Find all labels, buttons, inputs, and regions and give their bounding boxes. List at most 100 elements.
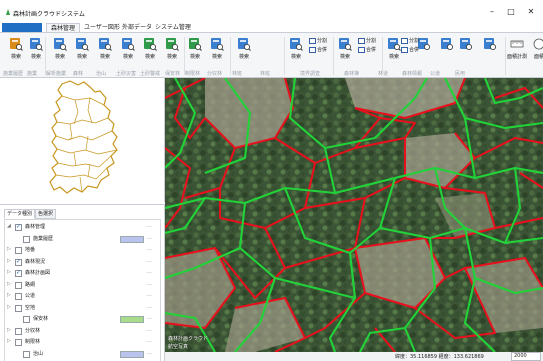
layer-row[interactable]: ▷ 公道… — [5, 291, 160, 302]
expand-toggle-icon[interactable]: ▷ — [7, 338, 11, 344]
expand-toggle-icon[interactable]: ▷ — [7, 327, 11, 333]
area-icon — [533, 38, 543, 50]
ribbon-group-label: 境界調査 — [300, 71, 321, 77]
ribbon-group-label: 治山 — [96, 71, 107, 77]
layer-checkbox[interactable] — [15, 247, 22, 254]
ribbon-group-label: 公道 — [430, 71, 441, 77]
layer-checkbox[interactable] — [15, 281, 22, 289]
expand-toggle-icon[interactable]: ▷ — [7, 292, 11, 298]
layer-color-swatch[interactable] — [120, 350, 144, 358]
layer-checkbox[interactable] — [23, 316, 30, 323]
layer-row[interactable]: 治山 … — [5, 349, 160, 360]
layer-options-icon[interactable]: … — [146, 314, 152, 321]
layer-row[interactable]: ▷ 分収林… — [5, 326, 160, 337]
layer-options-icon[interactable]: … — [146, 222, 152, 229]
layer-options-icon[interactable]: … — [146, 303, 152, 310]
layer-options-icon[interactable]: … — [146, 257, 152, 264]
layer-name: 森林管理 — [25, 224, 46, 230]
minimize-button[interactable]: – — [485, 6, 499, 18]
layer-options-icon[interactable]: … — [146, 291, 152, 298]
layer-row[interactable]: ▷森林計画図… — [5, 268, 160, 279]
layer-row[interactable]: 施業履歴 … — [5, 234, 160, 245]
layer-name: 治山 — [33, 350, 44, 357]
tab-color-select[interactable]: 色選択 — [35, 209, 57, 219]
search-icon — [166, 38, 179, 51]
layer-checkbox[interactable] — [15, 269, 22, 277]
close-button[interactable]: ✕ — [524, 6, 538, 18]
ribbon-group-separator — [45, 37, 46, 75]
area-button[interactable]: 面積 — [530, 37, 543, 63]
tool-button-4[interactable] — [481, 37, 499, 63]
maximize-button[interactable]: □ — [504, 6, 518, 18]
expand-toggle-icon[interactable]: ▷ — [7, 246, 11, 252]
layer-color-swatch[interactable] — [120, 316, 144, 323]
merge-button-1[interactable]: 合併 — [309, 46, 327, 53]
tab-data-type[interactable]: データ種別 — [4, 209, 36, 219]
search-button-5[interactable]: 検索 — [96, 37, 114, 63]
search-button-4[interactable]: 検索 — [73, 37, 91, 63]
search-button-3[interactable]: 検索 — [51, 37, 69, 63]
split-button-1[interactable]: 分割 — [309, 37, 327, 44]
area-measure-button[interactable]: 面積計測 — [507, 37, 527, 63]
tool-button-3[interactable] — [457, 37, 475, 63]
tab-forest-management[interactable]: 森林管理 — [46, 23, 81, 32]
layer-options-icon[interactable]: … — [146, 245, 152, 252]
ruler-icon — [510, 40, 524, 48]
split-button-2[interactable]: 分割 — [358, 37, 376, 44]
merge-button-3[interactable]: 合併 — [401, 46, 419, 53]
search-button-8[interactable]: 検索 — [163, 37, 181, 63]
file-menu-button[interactable] — [2, 23, 42, 32]
expand-toggle-icon[interactable]: ▷ — [7, 281, 11, 287]
layer-name: 路網 — [25, 281, 36, 288]
layer-checkbox[interactable] — [15, 339, 22, 346]
ribbon-group-label: 林道 — [378, 71, 389, 77]
layer-row[interactable]: ▷ 空地… — [5, 303, 160, 314]
search-button-9[interactable]: 検索 — [186, 37, 204, 63]
layer-row[interactable]: ▷ 地番 … — [5, 245, 160, 256]
overview-map[interactable] — [0, 78, 165, 202]
search-button-2[interactable]: 検索 — [27, 37, 45, 63]
expand-toggle-icon[interactable]: ▷ — [7, 304, 11, 310]
layer-options-icon[interactable]: … — [146, 349, 152, 356]
layer-name: 施業履歴 — [33, 235, 54, 242]
layer-name: 地番 — [25, 247, 36, 253]
layer-row[interactable]: ▷ 路網 … — [5, 280, 160, 291]
layer-checkbox[interactable] — [15, 223, 22, 231]
expand-toggle-icon[interactable]: ◢ — [7, 223, 11, 229]
layer-checkbox[interactable] — [15, 258, 22, 266]
layer-options-icon[interactable]: … — [146, 337, 152, 344]
layer-row[interactable]: 保安林… — [5, 314, 160, 325]
layer-options-icon[interactable]: … — [146, 280, 152, 287]
tool-button-2[interactable] — [438, 37, 456, 63]
tab-system-management[interactable]: システム管理 — [151, 23, 195, 32]
search-button-10[interactable]: 検索 — [208, 37, 226, 63]
search-button-6[interactable]: 検索 — [119, 37, 137, 63]
layer-row[interactable]: ▷ 森林現況 … — [5, 257, 160, 268]
aerial-map — [165, 78, 543, 352]
layer-name: 森林現況 — [25, 258, 46, 265]
merge-button-2[interactable]: 合併 — [358, 46, 376, 53]
app-logo-icon — [6, 9, 10, 15]
layer-checkbox[interactable] — [15, 304, 22, 312]
search-button-11[interactable]: 検索 — [235, 37, 253, 63]
search-icon — [54, 38, 67, 51]
layer-row[interactable]: ▷ 制限林… — [5, 337, 160, 348]
coordinate-readout: 緯度：35.116859 経度：133.621869 — [395, 354, 484, 360]
layer-checkbox[interactable] — [23, 350, 30, 358]
scale-select[interactable]: 2000 — [511, 352, 541, 361]
layer-checkbox[interactable] — [23, 235, 30, 243]
layer-options-icon[interactable]: … — [146, 268, 152, 275]
layer-options-icon[interactable]: … — [146, 234, 152, 241]
search-button-13[interactable]: 検索 — [336, 37, 354, 63]
split-button-3[interactable]: 分割 — [401, 37, 419, 44]
expand-toggle-icon[interactable]: ▷ — [7, 269, 11, 275]
map-view[interactable]: 森林計画クラウド 航空写真 — [165, 78, 543, 352]
layer-checkbox[interactable] — [15, 293, 22, 300]
expand-toggle-icon[interactable]: ▷ — [7, 258, 11, 264]
layer-checkbox[interactable] — [15, 327, 22, 335]
layer-options-icon[interactable]: … — [146, 326, 152, 333]
layer-row[interactable]: ◢ 森林管理 … — [5, 222, 160, 233]
search-button-7[interactable]: 検索 — [141, 37, 159, 63]
layer-color-swatch[interactable] — [120, 235, 144, 243]
search-button-12[interactable]: 検索 — [287, 37, 305, 63]
